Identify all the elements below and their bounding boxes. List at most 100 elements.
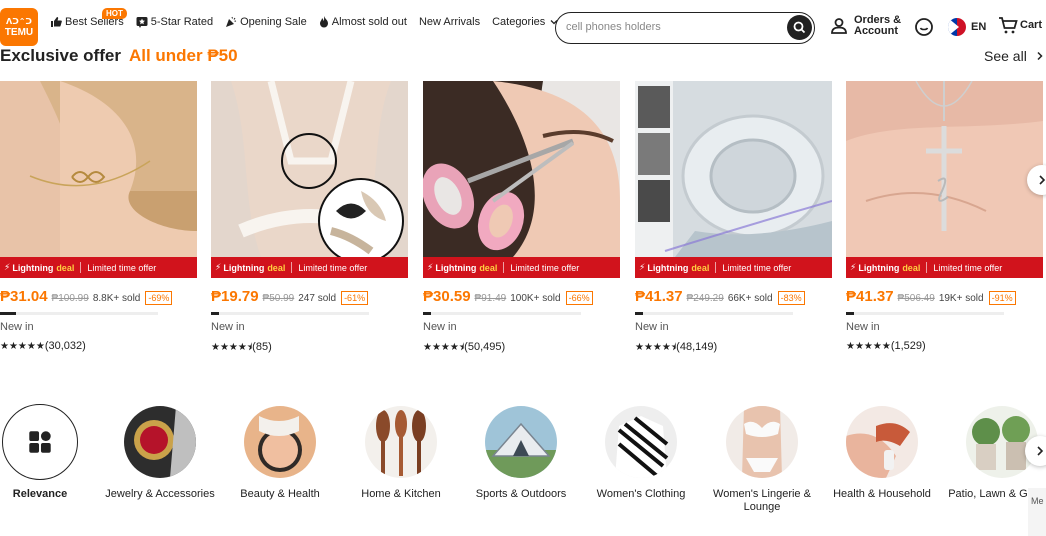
star-rating: ★★★★★ bbox=[0, 341, 45, 352]
anklet-image bbox=[0, 81, 197, 257]
divider bbox=[715, 262, 717, 273]
discount-badge: -61% bbox=[341, 291, 369, 305]
category-label: Jewelry & Accessories bbox=[105, 488, 215, 500]
divider bbox=[926, 262, 928, 273]
sold-progress-bar bbox=[423, 312, 581, 315]
sold-progress-bar bbox=[635, 312, 793, 315]
progress-fill bbox=[846, 312, 854, 315]
nav-label: Opening Sale bbox=[240, 16, 307, 28]
category-circle bbox=[2, 404, 78, 480]
product-image[interactable] bbox=[0, 81, 197, 257]
sold-count: 247 sold bbox=[298, 293, 337, 304]
account-label: Account bbox=[854, 25, 898, 37]
star-rating: ★★★★⯨ bbox=[635, 342, 677, 353]
side-me-label: Me bbox=[1031, 496, 1044, 506]
flame-icon bbox=[319, 16, 328, 28]
nav-new-arrivals[interactable]: New Arrivals bbox=[419, 16, 480, 28]
price-row: ₱41.37 ₱506.49 19K+ sold -91% bbox=[846, 288, 1016, 305]
lightning-deal-banner: ⚡ Lightning deal Limited time offer bbox=[423, 257, 620, 278]
category-health-household[interactable]: Health & Household bbox=[827, 404, 937, 501]
lightning-deal-banner: ⚡ Lightning deal Limited time offer bbox=[0, 257, 197, 278]
search-button[interactable] bbox=[787, 15, 812, 40]
nav-categories[interactable]: Categories bbox=[492, 16, 562, 28]
nav-almost-sold-out[interactable]: Almost sold out bbox=[319, 16, 407, 28]
category-image bbox=[485, 406, 557, 478]
lightning-icon: ⚡ bbox=[850, 262, 857, 272]
original-price: ₱249.29 bbox=[686, 293, 724, 304]
discount-badge: -91% bbox=[988, 291, 1016, 305]
sold-progress-bar bbox=[0, 312, 158, 315]
progress-fill bbox=[423, 312, 431, 315]
lightning-label: Lightning bbox=[12, 262, 54, 273]
price-row: ₱31.04 ₱100.99 8.8K+ sold -69% bbox=[0, 288, 173, 305]
cart-button[interactable]: Cart bbox=[998, 16, 1042, 34]
category-label: Home & Kitchen bbox=[361, 488, 441, 500]
search-icon bbox=[793, 21, 806, 34]
product-price: ₱30.59 bbox=[423, 288, 471, 305]
product-card[interactable]: ⚡ Lightning deal Limited time offer ₱19.… bbox=[211, 81, 408, 356]
sold-progress-bar bbox=[846, 312, 1004, 315]
sold-count: 66K+ sold bbox=[727, 293, 773, 304]
category-jewelry[interactable]: Jewelry & Accessories bbox=[105, 404, 215, 501]
divider bbox=[503, 262, 505, 273]
chevron-right-icon bbox=[1037, 446, 1044, 456]
chevron-right-icon bbox=[1037, 51, 1043, 61]
top-header: ᐱᑐ⌃ᑐ TEMU Best Sellers HOT 5-Star Rated … bbox=[0, 0, 1046, 50]
product-image[interactable] bbox=[635, 81, 832, 257]
search-input[interactable] bbox=[566, 13, 781, 41]
grid-icon bbox=[29, 431, 51, 453]
nav-best-sellers[interactable]: Best Sellers HOT bbox=[50, 8, 127, 28]
limited-offer-label: Limited time offer bbox=[510, 262, 580, 273]
chat-smile-icon bbox=[915, 18, 933, 36]
orders-account-button[interactable]: Orders & Account bbox=[830, 15, 901, 37]
new-in-label: New in bbox=[0, 321, 34, 333]
top-nav: Best Sellers HOT 5-Star Rated Opening Sa… bbox=[50, 8, 574, 28]
section-title: Exclusive offer All under ₱50 bbox=[0, 46, 238, 66]
review-count: (30,032) bbox=[44, 340, 86, 352]
category-beauty[interactable]: Beauty & Health bbox=[225, 404, 335, 501]
lightning-label: Lightning bbox=[858, 262, 900, 273]
language-label: EN bbox=[971, 21, 987, 33]
deal-label: deal bbox=[902, 262, 921, 273]
category-image bbox=[124, 406, 196, 478]
category-image bbox=[846, 406, 918, 478]
review-count: (50,495) bbox=[464, 341, 506, 353]
product-card[interactable]: ⚡ Lightning deal Limited time offer ₱30.… bbox=[423, 81, 620, 356]
nav-label: Almost sold out bbox=[331, 16, 407, 28]
cart-label: Cart bbox=[1020, 19, 1043, 31]
temu-logo[interactable]: ᐱᑐ⌃ᑐ TEMU bbox=[0, 8, 38, 46]
limited-offer-label: Limited time offer bbox=[298, 262, 368, 273]
product-card[interactable]: ⚡ Lightning deal Limited time offer ₱31.… bbox=[0, 81, 197, 356]
product-image[interactable] bbox=[211, 81, 408, 257]
category-label: Health & Household bbox=[833, 488, 931, 500]
category-home-kitchen[interactable]: Home & Kitchen bbox=[346, 404, 456, 501]
lightning-label: Lightning bbox=[435, 262, 477, 273]
limited-offer-label: Limited time offer bbox=[933, 262, 1003, 273]
sold-count: 19K+ sold bbox=[938, 293, 984, 304]
category-relevance[interactable]: Relevance bbox=[0, 404, 95, 501]
nav-five-star-rated[interactable]: 5-Star Rated bbox=[136, 16, 213, 28]
eyebrow-scissors-image bbox=[423, 81, 620, 257]
lightning-label: Lightning bbox=[223, 262, 265, 273]
divider bbox=[80, 262, 82, 273]
see-all-link[interactable]: See all bbox=[984, 48, 1045, 64]
new-in-label: New in bbox=[423, 321, 457, 333]
support-chat-button[interactable] bbox=[914, 17, 934, 42]
side-me-tab[interactable]: Me bbox=[1028, 488, 1046, 536]
star-rating: ★★★★⯨ bbox=[423, 342, 465, 353]
category-womens-lingerie[interactable]: Women's Lingerie & Lounge bbox=[707, 404, 817, 514]
product-card[interactable]: ⚡ Lightning deal Limited time offer ₱41.… bbox=[635, 81, 832, 356]
category-womens-clothing[interactable]: Women's Clothing bbox=[586, 404, 696, 501]
category-label: Sports & Outdoors bbox=[475, 488, 567, 500]
deal-label: deal bbox=[479, 262, 498, 273]
category-sports[interactable]: Sports & Outdoors bbox=[466, 404, 576, 501]
section-title-text: Exclusive offer bbox=[0, 46, 121, 65]
progress-fill bbox=[0, 312, 16, 315]
product-card[interactable]: ⚡ Lightning deal Limited time offer ₱41.… bbox=[846, 81, 1043, 356]
language-selector[interactable]: EN bbox=[948, 18, 986, 36]
nav-opening-sale[interactable]: Opening Sale bbox=[225, 16, 307, 28]
product-image[interactable] bbox=[846, 81, 1043, 257]
product-image[interactable] bbox=[423, 81, 620, 257]
category-image bbox=[244, 406, 316, 478]
original-price: ₱506.49 bbox=[897, 293, 935, 304]
